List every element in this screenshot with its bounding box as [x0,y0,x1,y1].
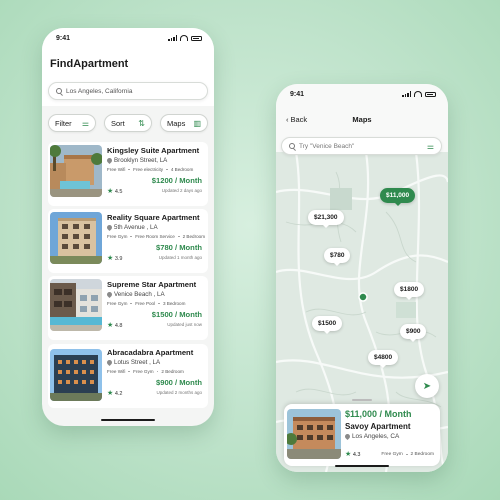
filter-button[interactable]: Filter ⚌ [48,114,96,132]
selected-apartment-card[interactable]: $11,000 / Month Savoy Apartment Los Ange… [284,399,440,466]
price-marker[interactable]: $1800 [394,282,425,300]
search-icon [56,88,62,94]
price-marker[interactable]: $4800 [368,350,399,368]
price-marker[interactable]: $900 [400,324,427,342]
navigation-arrow-icon: ➤ [422,380,432,392]
price-marker[interactable]: $1500 [312,316,343,334]
location-pin-icon [343,432,352,441]
signal-icon [402,91,411,97]
star-icon: ★ [107,255,114,262]
search-placeholder: Try "Venice Beach" [299,142,355,150]
list-item[interactable]: Reality Square Apartment 5th Avenue , LA… [48,209,208,273]
listing-updated: Updated 2 days ago [161,188,202,193]
selected-price: $11,000 / Month [345,409,412,419]
listing-amenities: Free Wifi Free electricity 4 Bedroom [107,167,194,172]
home-indicator [335,464,389,467]
map-search-input[interactable]: Try "Venice Beach" ⚌ [281,137,442,155]
sort-arrows-icon: ⇅ [138,118,145,128]
wifi-icon [414,91,422,97]
listing-price: $780 / Month [156,243,202,252]
location-pin-icon [105,156,114,165]
list-item[interactable]: Kingsley Suite Apartment Brooklyn Street… [48,142,208,206]
star-icon: ★ [107,390,114,397]
selected-amenities: Free Gym 2 Bedroom [381,452,434,457]
listing-amenities: Free Gym Free Pool 3 Bedroom [107,301,186,306]
sort-button[interactable]: Sort ⇅ [104,114,152,132]
sliders-icon[interactable]: ⚌ [427,142,434,151]
listing-rating: ★ 4.2 [107,390,123,397]
signal-icon [168,35,177,41]
battery-icon [425,91,436,97]
location-pin-icon [105,290,114,299]
home-indicator [101,418,155,421]
list-item[interactable]: Abracadabra Apartment Lotus Street , LA … [48,344,208,408]
star-icon: ★ [345,451,352,458]
selected-name: Savoy Apartment [345,422,411,431]
search-icon [289,143,295,149]
location-pin-icon [105,223,114,232]
battery-icon [191,35,202,41]
listing-location: Brooklyn Street, LA [114,157,168,164]
status-bar: 9:41 [42,28,214,48]
selected-rating: ★ 4.3 [345,451,361,458]
listing-amenities: Free Wifi Free Gym 2 Bedroom [107,369,184,374]
listing-rating: ★ 4.8 [107,322,123,329]
status-bar: 9:41 [276,84,448,104]
listing-amenities: Free Gym Free Room Service 2 Bedroom [107,234,206,239]
listing-location: 5th Avenue , LA [114,224,158,231]
listing-name: Reality Square Apartment [107,213,200,222]
selected-location: Los Angeles, CA [352,433,400,440]
apartment-photo [287,409,341,459]
list-item[interactable]: Supreme Star Apartment Venice Beach , LA… [48,276,208,340]
listing-updated: Updated just now [167,322,202,327]
listing-price: $1200 / Month [151,176,202,185]
price-marker[interactable]: $780 [324,248,351,266]
sheet-handle[interactable] [352,399,372,401]
search-value: Los Angeles, California [66,87,133,95]
listing-rating: ★ 3.9 [107,255,123,262]
apartment-photo [50,145,102,197]
filter-bar: Filter ⚌ Sort ⇅ Maps ▥ [48,114,208,132]
status-time: 9:41 [56,35,71,42]
listing-name: Supreme Star Apartment [107,280,197,289]
price-marker[interactable]: $21,300 [308,210,344,228]
listing-location: Venice Beach , LA [114,291,165,298]
listing-price: $900 / Month [156,378,202,387]
apartment-photo [50,279,102,331]
list-screen: 9:41 FindApartment Los Angeles, Californ… [42,28,214,426]
listing-name: Abracadabra Apartment [107,348,194,357]
navigate-button[interactable]: ➤ [415,374,439,398]
status-time: 9:41 [290,91,305,98]
star-icon: ★ [107,322,114,329]
wifi-icon [180,35,188,41]
listing-location: Lotus Street , LA [114,359,161,366]
listing-rating: ★ 4.5 [107,188,123,195]
maps-button[interactable]: Maps ▥ [160,114,208,132]
listing-updated: Updated 1 month ago [158,255,202,260]
location-pin-icon [105,358,114,367]
page-title: Maps [352,115,372,124]
apartment-photo [50,349,102,401]
app-title: FindApartment [50,58,129,70]
map-screen: 9:41 ‹ Back Maps $11,000 $21,300 $780 $1… [276,84,448,472]
map-icon: ▥ [193,118,201,128]
price-marker[interactable]: $11,000 [380,188,416,206]
star-icon: ★ [107,188,114,195]
listing-updated: Updated 2 months ago [156,390,202,395]
location-search-input[interactable]: Los Angeles, California [48,82,208,100]
apartment-photo [50,212,102,264]
listing-price: $1500 / Month [151,310,202,319]
listing-name: Kingsley Suite Apartment [107,146,200,155]
sliders-icon: ⚌ [81,118,89,128]
